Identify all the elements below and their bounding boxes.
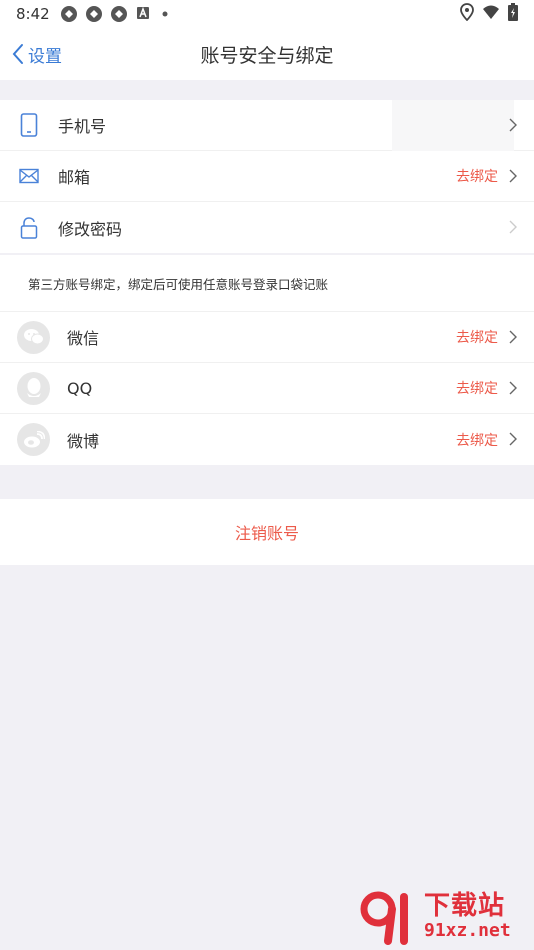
page-title: 账号安全与绑定 bbox=[200, 44, 334, 67]
qq-icon bbox=[17, 371, 50, 405]
account-group: 手机号 邮箱 去绑定 修改密码 bbox=[0, 100, 534, 253]
status-bar: 8:42 bbox=[0, 0, 534, 28]
wechat-label: 微信 bbox=[67, 329, 100, 348]
watermark-logo: 下载站 91xz.net bbox=[358, 888, 530, 946]
chevron-right-icon bbox=[509, 220, 517, 234]
weibo-label: 微博 bbox=[67, 431, 100, 451]
watermark-91-icon bbox=[360, 891, 408, 945]
cancel-account-button[interactable]: 注销账号 bbox=[0, 499, 534, 565]
status-time: 8:42 bbox=[16, 5, 50, 23]
chevron-right-icon bbox=[509, 432, 517, 446]
password-label: 修改密码 bbox=[58, 219, 123, 239]
location-icon bbox=[460, 3, 474, 25]
chevron-right-icon bbox=[509, 169, 517, 183]
wifi-icon bbox=[482, 4, 500, 24]
app-icon bbox=[110, 5, 128, 23]
a-icon bbox=[135, 5, 153, 23]
chevron-right-icon bbox=[509, 330, 517, 344]
password-row[interactable]: 修改密码 bbox=[0, 202, 534, 253]
lock-icon bbox=[17, 216, 41, 240]
qq-row[interactable]: QQ 去绑定 bbox=[0, 363, 534, 414]
cancel-account-label: 注销账号 bbox=[234, 524, 299, 543]
wechat-row[interactable]: 微信 去绑定 bbox=[0, 312, 534, 363]
chevron-left-icon bbox=[12, 44, 23, 64]
email-row[interactable]: 邮箱 去绑定 bbox=[0, 151, 534, 202]
battery-icon bbox=[508, 3, 518, 25]
phone-label: 手机号 bbox=[58, 117, 107, 136]
back-label: 设置 bbox=[28, 46, 62, 67]
phone-value-redacted bbox=[392, 100, 514, 151]
weibo-icon bbox=[17, 423, 50, 456]
phone-icon bbox=[17, 113, 41, 137]
back-button[interactable]: 设置 bbox=[12, 28, 62, 80]
app-icon bbox=[85, 5, 103, 23]
dot-icon bbox=[160, 5, 178, 23]
weibo-bind-link[interactable]: 去绑定 bbox=[456, 430, 498, 450]
email-bind-link[interactable]: 去绑定 bbox=[456, 166, 498, 186]
mail-icon bbox=[17, 164, 41, 188]
watermark-domain: 91xz.net bbox=[424, 920, 511, 941]
chevron-right-icon bbox=[509, 381, 517, 395]
chevron-right-icon bbox=[509, 118, 517, 132]
app-icon bbox=[60, 5, 78, 23]
email-label: 邮箱 bbox=[58, 168, 91, 187]
wechat-bind-link[interactable]: 去绑定 bbox=[456, 327, 498, 347]
nav-bar: 设置 账号安全与绑定 bbox=[0, 28, 534, 80]
wechat-icon bbox=[17, 320, 50, 354]
phone-row[interactable]: 手机号 bbox=[0, 100, 534, 151]
watermark-title: 下载站 bbox=[424, 891, 506, 921]
qq-bind-link[interactable]: 去绑定 bbox=[456, 378, 498, 398]
third-party-group: 第三方账号绑定，绑定后可使用任意账号登录口袋记账 微信 去绑定 QQ 去绑定 微… bbox=[0, 255, 534, 465]
qq-label: QQ bbox=[67, 378, 93, 398]
third-party-note: 第三方账号绑定，绑定后可使用任意账号登录口袋记账 bbox=[0, 255, 534, 312]
weibo-row[interactable]: 微博 去绑定 bbox=[0, 414, 534, 465]
